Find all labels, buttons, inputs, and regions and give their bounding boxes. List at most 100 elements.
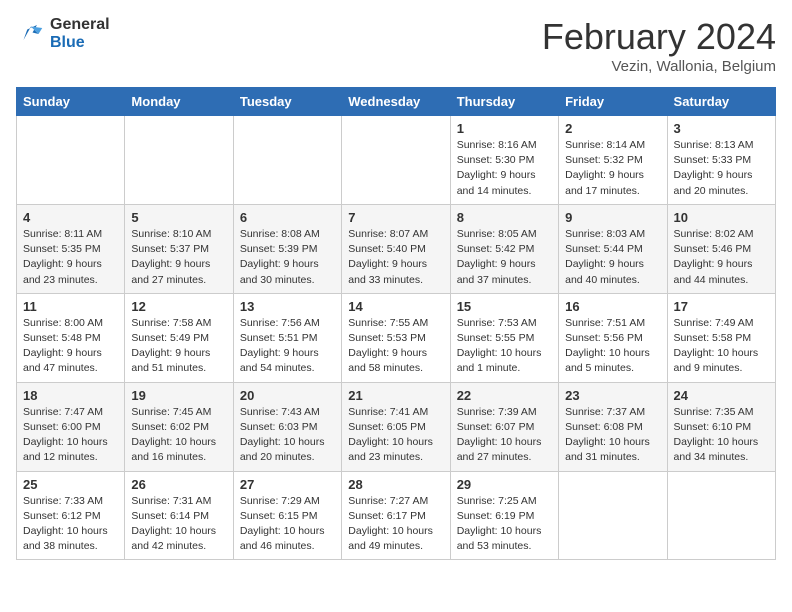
- day-number: 21: [348, 388, 443, 403]
- day-number: 2: [565, 121, 660, 136]
- week-row-5: 25 Sunrise: 7:33 AM Sunset: 6:12 PM Dayli…: [17, 471, 776, 560]
- day-info: Sunrise: 8:14 AM Sunset: 5:32 PM Dayligh…: [565, 138, 660, 199]
- day-cell: 20 Sunrise: 7:43 AM Sunset: 6:03 PM Dayli…: [233, 382, 341, 471]
- day-info: Sunrise: 8:05 AM Sunset: 5:42 PM Dayligh…: [457, 227, 552, 288]
- day-number: 25: [23, 477, 118, 492]
- day-cell: 27Sunrise: 7:29 AM Sunset: 6:15 PM Dayli…: [233, 471, 341, 560]
- day-info: Sunrise: 7:31 AM Sunset: 6:14 PM Dayligh…: [131, 494, 226, 555]
- day-info: Sunrise: 7:55 AM Sunset: 5:53 PM Dayligh…: [348, 316, 443, 377]
- day-cell: 14 Sunrise: 7:55 AM Sunset: 5:53 PM Dayli…: [342, 293, 450, 382]
- logo: General Blue: [16, 16, 110, 52]
- day-cell: [342, 116, 450, 205]
- day-info: Sunrise: 7:41 AM Sunset: 6:05 PM Dayligh…: [348, 405, 443, 466]
- day-number: 6: [240, 210, 335, 225]
- day-cell: 11 Sunrise: 8:00 AM Sunset: 5:48 PM Dayli…: [17, 293, 125, 382]
- day-number: 26: [131, 477, 226, 492]
- day-cell: [17, 116, 125, 205]
- day-cell: [559, 471, 667, 560]
- day-info: Sunrise: 7:27 AM Sunset: 6:17 PM Dayligh…: [348, 494, 443, 555]
- day-cell: 8 Sunrise: 8:05 AM Sunset: 5:42 PM Daylig…: [450, 204, 558, 293]
- day-cell: 7 Sunrise: 8:07 AM Sunset: 5:40 PM Daylig…: [342, 204, 450, 293]
- day-info: Sunrise: 7:39 AM Sunset: 6:07 PM Dayligh…: [457, 405, 552, 466]
- week-row-3: 11 Sunrise: 8:00 AM Sunset: 5:48 PM Dayli…: [17, 293, 776, 382]
- day-info: Sunrise: 8:07 AM Sunset: 5:40 PM Dayligh…: [348, 227, 443, 288]
- header-wednesday: Wednesday: [342, 88, 450, 116]
- week-row-1: 1Sunrise: 8:16 AM Sunset: 5:30 PM Daylig…: [17, 116, 776, 205]
- day-cell: 3Sunrise: 8:13 AM Sunset: 5:33 PM Daylig…: [667, 116, 775, 205]
- day-cell: 17 Sunrise: 7:49 AM Sunset: 5:58 PM Dayli…: [667, 293, 775, 382]
- day-info: Sunrise: 8:11 AM Sunset: 5:35 PM Dayligh…: [23, 227, 118, 288]
- day-cell: 5Sunrise: 8:10 AM Sunset: 5:37 PM Daylig…: [125, 204, 233, 293]
- day-cell: 23Sunrise: 7:37 AM Sunset: 6:08 PM Dayli…: [559, 382, 667, 471]
- header-saturday: Saturday: [667, 88, 775, 116]
- day-info: Sunrise: 8:16 AM Sunset: 5:30 PM Dayligh…: [457, 138, 552, 199]
- logo-icon: [16, 19, 46, 49]
- day-cell: 2 Sunrise: 8:14 AM Sunset: 5:32 PM Daylig…: [559, 116, 667, 205]
- day-number: 10: [674, 210, 769, 225]
- day-number: 5: [131, 210, 226, 225]
- day-number: 28: [348, 477, 443, 492]
- day-cell: 21 Sunrise: 7:41 AM Sunset: 6:05 PM Dayli…: [342, 382, 450, 471]
- day-number: 22: [457, 388, 552, 403]
- location-subtitle: Vezin, Wallonia, Belgium: [542, 58, 776, 75]
- calendar-table: SundayMondayTuesdayWednesdayThursdayFrid…: [16, 87, 776, 560]
- day-info: Sunrise: 8:08 AM Sunset: 5:39 PM Dayligh…: [240, 227, 335, 288]
- week-row-2: 4 Sunrise: 8:11 AM Sunset: 5:35 PM Daylig…: [17, 204, 776, 293]
- day-cell: [667, 471, 775, 560]
- day-info: Sunrise: 7:33 AM Sunset: 6:12 PM Dayligh…: [23, 494, 118, 555]
- header-sunday: Sunday: [17, 88, 125, 116]
- day-info: Sunrise: 7:25 AM Sunset: 6:19 PM Dayligh…: [457, 494, 552, 555]
- day-number: 7: [348, 210, 443, 225]
- day-info: Sunrise: 7:53 AM Sunset: 5:55 PM Dayligh…: [457, 316, 552, 377]
- day-info: Sunrise: 8:00 AM Sunset: 5:48 PM Dayligh…: [23, 316, 118, 377]
- day-cell: 9Sunrise: 8:03 AM Sunset: 5:44 PM Daylig…: [559, 204, 667, 293]
- day-cell: 6 Sunrise: 8:08 AM Sunset: 5:39 PM Daylig…: [233, 204, 341, 293]
- day-info: Sunrise: 7:35 AM Sunset: 6:10 PM Dayligh…: [674, 405, 769, 466]
- day-cell: 22 Sunrise: 7:39 AM Sunset: 6:07 PM Dayli…: [450, 382, 558, 471]
- calendar-header-row: SundayMondayTuesdayWednesdayThursdayFrid…: [17, 88, 776, 116]
- day-number: 20: [240, 388, 335, 403]
- day-cell: 25 Sunrise: 7:33 AM Sunset: 6:12 PM Dayli…: [17, 471, 125, 560]
- day-number: 29: [457, 477, 552, 492]
- title-area: February 2024 Vezin, Wallonia, Belgium: [542, 16, 776, 75]
- header-thursday: Thursday: [450, 88, 558, 116]
- week-row-4: 18 Sunrise: 7:47 AM Sunset: 6:00 PM Dayli…: [17, 382, 776, 471]
- header-monday: Monday: [125, 88, 233, 116]
- day-number: 17: [674, 299, 769, 314]
- day-info: Sunrise: 7:47 AM Sunset: 6:00 PM Dayligh…: [23, 405, 118, 466]
- day-cell: [233, 116, 341, 205]
- day-cell: 1Sunrise: 8:16 AM Sunset: 5:30 PM Daylig…: [450, 116, 558, 205]
- day-cell: 12 Sunrise: 7:58 AM Sunset: 5:49 PM Dayli…: [125, 293, 233, 382]
- day-number: 8: [457, 210, 552, 225]
- day-number: 23: [565, 388, 660, 403]
- day-cell: 13 Sunrise: 7:56 AM Sunset: 5:51 PM Dayli…: [233, 293, 341, 382]
- day-number: 12: [131, 299, 226, 314]
- day-number: 11: [23, 299, 118, 314]
- day-info: Sunrise: 7:43 AM Sunset: 6:03 PM Dayligh…: [240, 405, 335, 466]
- day-info: Sunrise: 7:51 AM Sunset: 5:56 PM Dayligh…: [565, 316, 660, 377]
- day-cell: 29 Sunrise: 7:25 AM Sunset: 6:19 PM Dayli…: [450, 471, 558, 560]
- day-number: 24: [674, 388, 769, 403]
- day-cell: 28 Sunrise: 7:27 AM Sunset: 6:17 PM Dayli…: [342, 471, 450, 560]
- logo-text: General Blue: [50, 16, 110, 52]
- day-info: Sunrise: 8:03 AM Sunset: 5:44 PM Dayligh…: [565, 227, 660, 288]
- day-number: 19: [131, 388, 226, 403]
- day-number: 14: [348, 299, 443, 314]
- header-friday: Friday: [559, 88, 667, 116]
- day-cell: 19 Sunrise: 7:45 AM Sunset: 6:02 PM Dayli…: [125, 382, 233, 471]
- day-number: 13: [240, 299, 335, 314]
- day-info: Sunrise: 7:49 AM Sunset: 5:58 PM Dayligh…: [674, 316, 769, 377]
- day-cell: 15Sunrise: 7:53 AM Sunset: 5:55 PM Dayli…: [450, 293, 558, 382]
- header-tuesday: Tuesday: [233, 88, 341, 116]
- day-info: Sunrise: 7:56 AM Sunset: 5:51 PM Dayligh…: [240, 316, 335, 377]
- day-info: Sunrise: 7:58 AM Sunset: 5:49 PM Dayligh…: [131, 316, 226, 377]
- day-number: 4: [23, 210, 118, 225]
- day-number: 18: [23, 388, 118, 403]
- day-cell: 26 Sunrise: 7:31 AM Sunset: 6:14 PM Dayli…: [125, 471, 233, 560]
- day-cell: 4 Sunrise: 8:11 AM Sunset: 5:35 PM Daylig…: [17, 204, 125, 293]
- day-cell: 10Sunrise: 8:02 AM Sunset: 5:46 PM Dayli…: [667, 204, 775, 293]
- day-info: Sunrise: 8:13 AM Sunset: 5:33 PM Dayligh…: [674, 138, 769, 199]
- day-info: Sunrise: 7:29 AM Sunset: 6:15 PM Dayligh…: [240, 494, 335, 555]
- day-info: Sunrise: 7:45 AM Sunset: 6:02 PM Dayligh…: [131, 405, 226, 466]
- page-header: General Blue February 2024 Vezin, Wallon…: [16, 16, 776, 75]
